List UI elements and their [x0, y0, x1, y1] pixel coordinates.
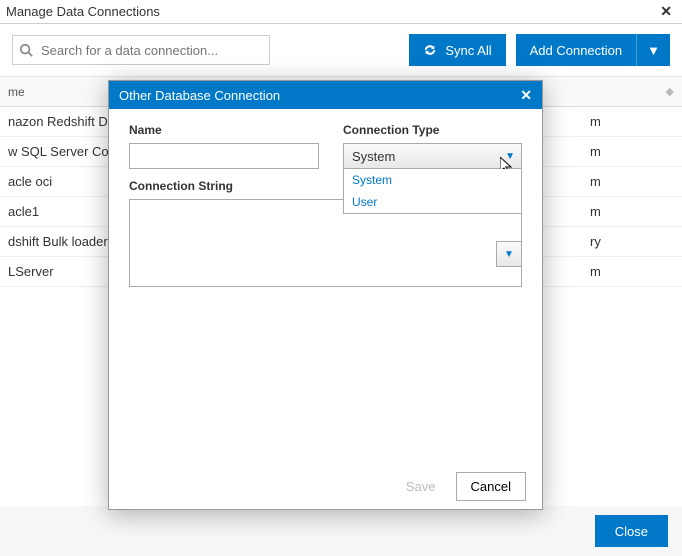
- column-header-right[interactable]: ◆: [572, 85, 682, 98]
- name-label: Name: [129, 123, 319, 137]
- search-icon: [19, 43, 33, 57]
- dialog-footer: Save Cancel: [109, 463, 542, 509]
- window-footer: Close: [0, 506, 682, 556]
- add-connection-group: Add Connection ▼: [516, 34, 670, 66]
- sync-icon: [423, 43, 437, 57]
- name-input[interactable]: [129, 143, 319, 169]
- list-item-right: m: [582, 174, 682, 189]
- connection-type-selected-value: System: [352, 149, 395, 164]
- toolbar: Sync All Add Connection ▼: [0, 24, 682, 77]
- list-item-right: m: [582, 114, 682, 129]
- search-input[interactable]: [39, 42, 263, 59]
- connection-type-dropdown: System User: [343, 169, 522, 214]
- connection-string-options-button[interactable]: ▼: [496, 241, 522, 267]
- dialog-body: Name Connection Type System ▼ System Use…: [109, 109, 542, 463]
- dialog-title: Other Database Connection: [119, 88, 280, 103]
- connection-type-option-user[interactable]: User: [344, 191, 521, 213]
- sync-all-label: Sync All: [445, 43, 491, 58]
- close-button[interactable]: Close: [595, 515, 668, 547]
- chevron-down-icon: ▼: [504, 249, 514, 260]
- chevron-down-icon: ▼: [505, 151, 515, 162]
- list-item-right: m: [582, 204, 682, 219]
- add-connection-button[interactable]: Add Connection: [516, 34, 637, 66]
- save-button: Save: [396, 473, 446, 500]
- window-titlebar: Manage Data Connections ✕: [0, 0, 682, 24]
- add-connection-dropdown-button[interactable]: ▼: [636, 34, 670, 66]
- window-title: Manage Data Connections: [6, 4, 160, 19]
- add-connection-label: Add Connection: [530, 43, 623, 58]
- chevron-down-icon: ▼: [647, 43, 660, 58]
- search-box[interactable]: [12, 35, 270, 65]
- sort-icon: ◆: [666, 85, 674, 98]
- connection-type-label: Connection Type: [343, 123, 522, 137]
- sync-all-button[interactable]: Sync All: [409, 34, 505, 66]
- list-item-right: m: [582, 264, 682, 279]
- dialog-close-icon[interactable]: ✕: [520, 87, 532, 104]
- connection-type-option-system[interactable]: System: [344, 169, 521, 191]
- cancel-button[interactable]: Cancel: [456, 472, 526, 501]
- window-close-icon[interactable]: ✕: [656, 3, 676, 20]
- list-item-right: m: [582, 144, 682, 159]
- other-database-connection-dialog: Other Database Connection ✕ Name Connect…: [108, 80, 543, 510]
- connection-type-select[interactable]: System ▼: [343, 143, 522, 169]
- list-item-right: ry: [582, 234, 682, 249]
- dialog-header: Other Database Connection ✕: [109, 81, 542, 109]
